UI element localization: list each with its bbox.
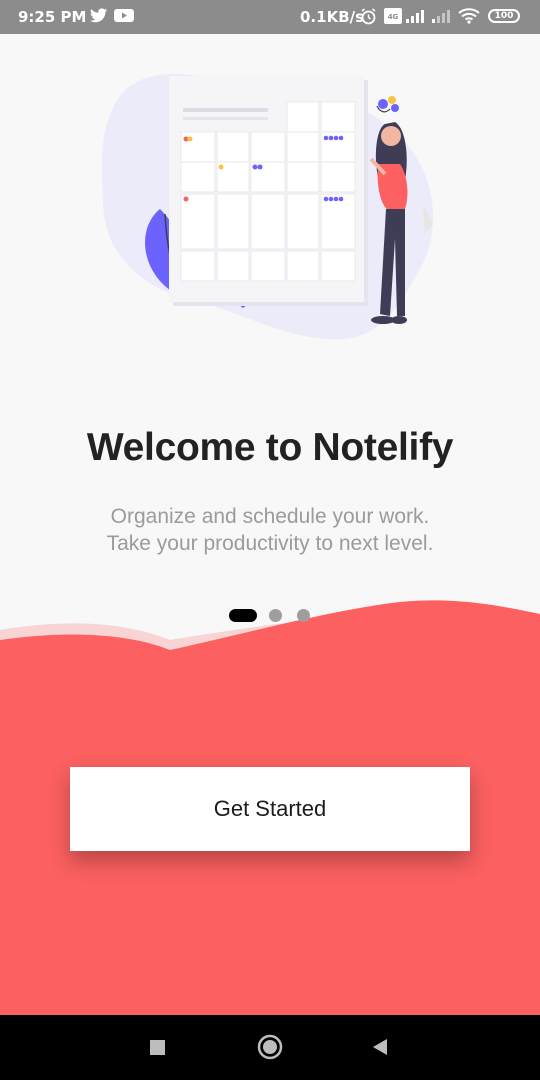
- welcome-title: Welcome to Notelify: [86, 426, 454, 469]
- network-speed: 0.1KB/s: [300, 8, 365, 26]
- page-dot-1[interactable]: [229, 609, 257, 622]
- battery-icon: 100: [488, 9, 520, 23]
- youtube-icon: [114, 8, 134, 27]
- subtitle-line-1: Organize and schedule your work.: [110, 505, 430, 528]
- status-time: 9:25 PM: [18, 8, 87, 26]
- svg-text:4G: 4G: [388, 13, 399, 21]
- back-triangle-icon: [373, 1039, 387, 1055]
- volte-icon: 4G: [384, 8, 402, 28]
- signal-icon: [430, 8, 452, 28]
- welcome-subtitle: Organize and schedule your work. Take yo…: [0, 503, 540, 557]
- recents-button[interactable]: [141, 1031, 173, 1063]
- wifi-icon: [458, 8, 480, 28]
- page-dot-3[interactable]: [297, 609, 310, 622]
- get-started-button[interactable]: Get Started: [70, 767, 470, 851]
- calendar-illustration: [95, 64, 455, 354]
- subtitle-line-2: Take your productivity to next level.: [106, 532, 434, 555]
- page-dot-2[interactable]: [269, 609, 282, 622]
- back-button[interactable]: [365, 1031, 397, 1063]
- navigation-bar: [0, 1015, 540, 1080]
- home-button[interactable]: [254, 1031, 286, 1063]
- signal-icon: [404, 8, 426, 28]
- alarm-icon: [360, 8, 377, 29]
- square-icon: [150, 1040, 165, 1055]
- twitter-icon: [90, 8, 108, 27]
- circle-icon: [257, 1034, 283, 1060]
- status-bar: 9:25 PM 0.1KB/s 4G 100: [0, 0, 540, 34]
